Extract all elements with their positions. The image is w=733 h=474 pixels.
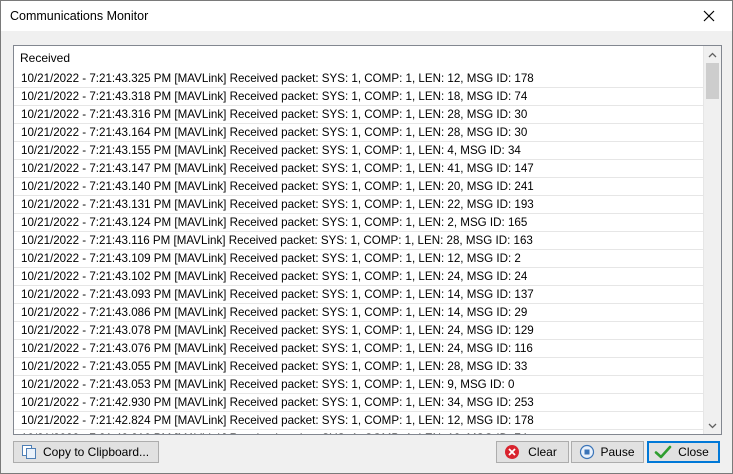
list-item[interactable]: 10/21/2022 - 7:21:43.155 PM [MAVLink] Re… <box>14 142 704 160</box>
communications-monitor-window: Communications Monitor Received 10/21/20… <box>0 0 733 474</box>
list-item[interactable]: 10/21/2022 - 7:21:43.147 PM [MAVLink] Re… <box>14 160 704 178</box>
chevron-up-icon <box>708 52 717 57</box>
close-icon <box>703 10 715 22</box>
scrollbar-thumb[interactable] <box>706 63 719 99</box>
copy-to-clipboard-button[interactable]: Copy to Clipboard... <box>13 441 159 463</box>
list-item[interactable]: 10/21/2022 - 7:21:43.318 PM [MAVLink] Re… <box>14 88 704 106</box>
copy-icon <box>20 443 38 461</box>
pause-button[interactable]: Pause <box>571 441 644 463</box>
list-item[interactable]: 10/21/2022 - 7:21:43.055 PM [MAVLink] Re… <box>14 358 704 376</box>
list-item[interactable]: 10/21/2022 - 7:21:43.078 PM [MAVLink] Re… <box>14 322 704 340</box>
list-item[interactable]: 10/21/2022 - 7:21:43.076 PM [MAVLink] Re… <box>14 340 704 358</box>
list-item[interactable]: 10/21/2022 - 7:21:43.109 PM [MAVLink] Re… <box>14 250 704 268</box>
list-item[interactable]: 10/21/2022 - 7:21:43.124 PM [MAVLink] Re… <box>14 214 704 232</box>
check-icon <box>654 443 672 461</box>
close-button-label: Close <box>678 445 709 459</box>
pause-icon <box>578 443 596 461</box>
list-item[interactable]: 10/21/2022 - 7:21:42.816 PM [MAVLink] Re… <box>14 430 704 434</box>
list-item[interactable]: 10/21/2022 - 7:21:43.086 PM [MAVLink] Re… <box>14 304 704 322</box>
list-item[interactable]: 10/21/2022 - 7:21:43.164 PM [MAVLink] Re… <box>14 124 704 142</box>
list-item[interactable]: 10/21/2022 - 7:21:43.093 PM [MAVLink] Re… <box>14 286 704 304</box>
title-bar: Communications Monitor <box>1 1 732 31</box>
chevron-down-icon <box>708 423 717 428</box>
list-item[interactable]: 10/21/2022 - 7:21:43.131 PM [MAVLink] Re… <box>14 196 704 214</box>
clear-button-label: Clear <box>528 445 557 459</box>
list-item[interactable]: 10/21/2022 - 7:21:42.930 PM [MAVLink] Re… <box>14 394 704 412</box>
list-item[interactable]: 10/21/2022 - 7:21:43.102 PM [MAVLink] Re… <box>14 268 704 286</box>
list-item[interactable]: 10/21/2022 - 7:21:43.140 PM [MAVLink] Re… <box>14 178 704 196</box>
list-item[interactable]: 10/21/2022 - 7:21:43.316 PM [MAVLink] Re… <box>14 106 704 124</box>
list-item[interactable]: 10/21/2022 - 7:21:43.116 PM [MAVLink] Re… <box>14 232 704 250</box>
pause-button-label: Pause <box>600 445 635 459</box>
scroll-down-button[interactable] <box>704 417 721 434</box>
clear-icon <box>503 443 521 461</box>
scroll-up-button[interactable] <box>704 46 721 63</box>
window-close-button[interactable] <box>686 1 732 31</box>
clear-button[interactable]: Clear <box>496 441 569 463</box>
close-button[interactable]: Close <box>647 441 720 463</box>
list-item[interactable]: 10/21/2022 - 7:21:43.325 PM [MAVLink] Re… <box>14 70 704 88</box>
list-item[interactable]: 10/21/2022 - 7:21:43.053 PM [MAVLink] Re… <box>14 376 704 394</box>
received-packets-list[interactable]: Received 10/21/2022 - 7:21:43.325 PM [MA… <box>13 45 722 435</box>
copy-button-label: Copy to Clipboard... <box>42 445 150 459</box>
packet-rows: 10/21/2022 - 7:21:43.325 PM [MAVLink] Re… <box>14 70 704 434</box>
list-header: Received <box>20 51 71 65</box>
vertical-scrollbar[interactable] <box>703 46 721 434</box>
list-item[interactable]: 10/21/2022 - 7:21:42.824 PM [MAVLink] Re… <box>14 412 704 430</box>
window-title: Communications Monitor <box>10 9 149 23</box>
